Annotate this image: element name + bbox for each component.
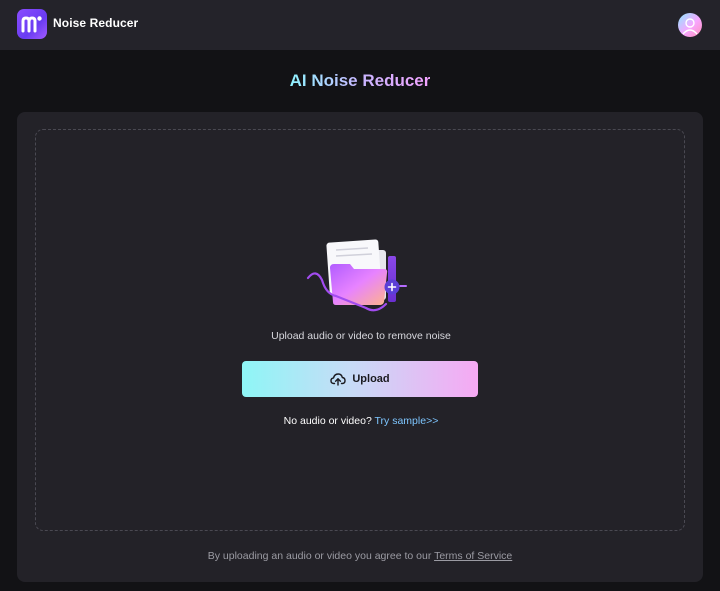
try-sample-link[interactable]: Try sample>>	[375, 415, 439, 427]
m-logo-glyph	[21, 16, 42, 33]
app-name: Noise Reducer	[53, 16, 139, 30]
terms-note-text: By uploading an audio or video you agree…	[207, 550, 432, 562]
folder-illustration-icon	[306, 239, 407, 312]
sample-prompt-text: No audio or video?	[283, 415, 372, 427]
upload-button-label: Upload	[352, 373, 390, 385]
sample-prompt: No audio or video? Try sample>>	[36, 415, 686, 427]
upload-dropzone[interactable]: Upload audio or video to remove noise Up…	[35, 129, 685, 531]
top-bar: Noise Reducer	[0, 0, 720, 50]
terms-of-service-link[interactable]: Terms of Service	[434, 550, 512, 562]
upload-hint: Upload audio or video to remove noise	[271, 330, 451, 342]
terms-note: By uploading an audio or video you agree…	[17, 550, 703, 562]
upload-panel: Upload audio or video to remove noise Up…	[17, 112, 703, 582]
upload-button[interactable]: Upload	[242, 361, 478, 397]
page-title: AI Noise Reducer	[0, 71, 720, 91]
user-avatar-icon[interactable]	[678, 13, 702, 37]
cloud-upload-icon	[330, 373, 347, 386]
app-logo-icon[interactable]	[17, 9, 47, 39]
page-title-text: AI Noise Reducer	[289, 71, 431, 90]
avatar-glyph	[682, 18, 698, 35]
